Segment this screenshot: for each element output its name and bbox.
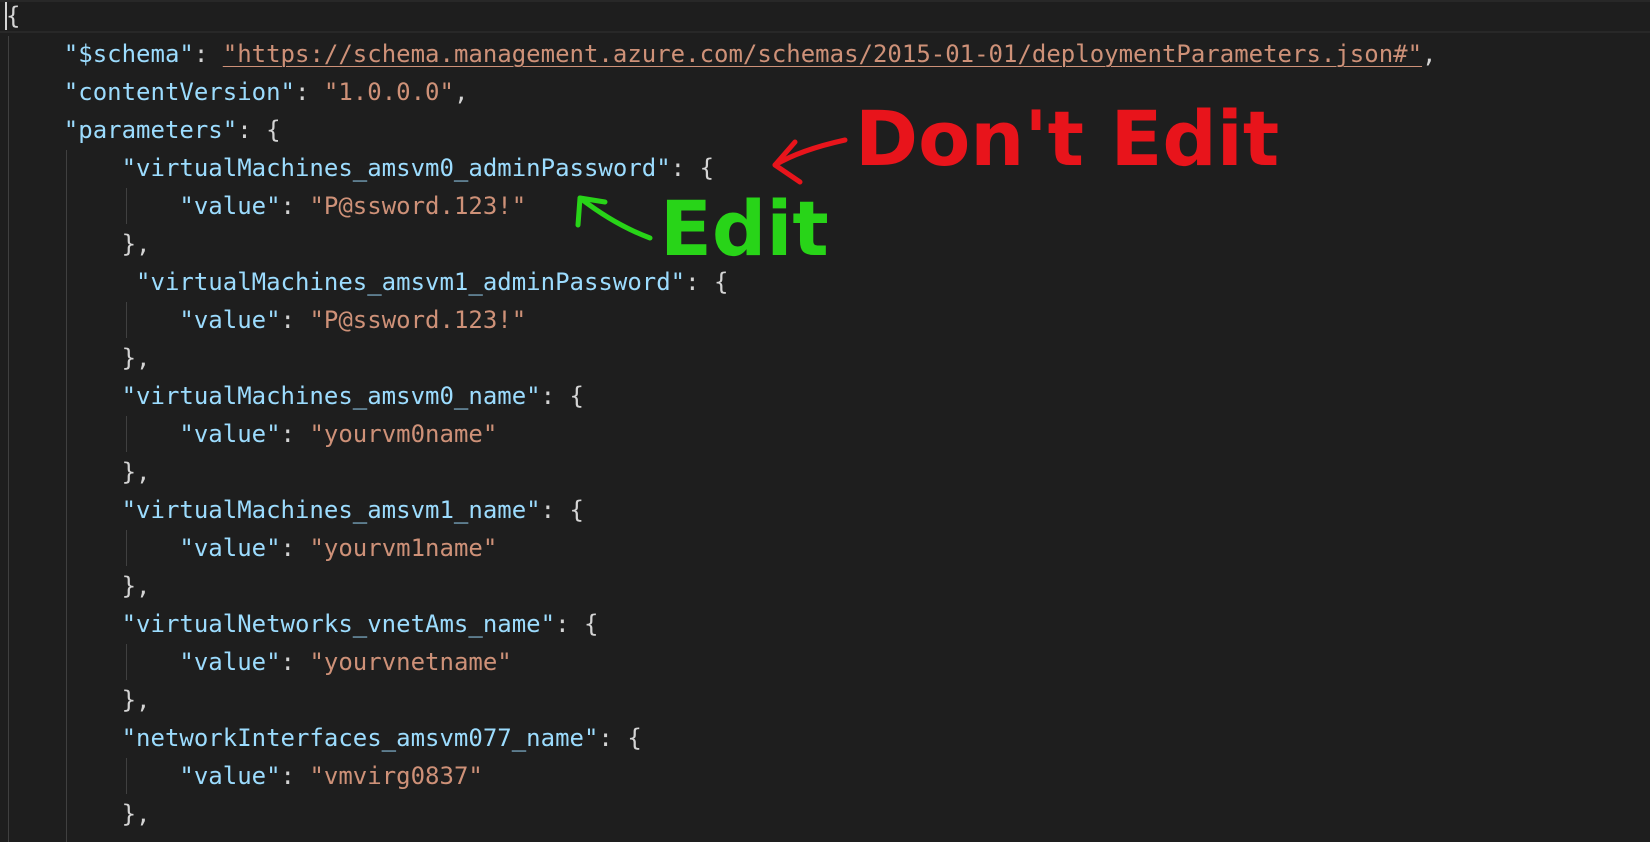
json-key: "value" <box>179 762 281 790</box>
json-punctuation: { <box>714 268 729 296</box>
json-punctuation: , <box>453 78 469 106</box>
code-line[interactable]: }, <box>6 453 151 491</box>
json-punctuation: }, <box>121 458 151 486</box>
json-key: "virtualMachines_amsvm0_name" <box>121 382 541 410</box>
code-line[interactable]: "value": "P@ssword.123!" <box>6 187 526 225</box>
json-separator: : <box>280 192 310 220</box>
code-line[interactable]: "virtualMachines_amsvm0_name": { <box>6 377 584 415</box>
json-separator: : <box>555 610 584 638</box>
code-line[interactable]: }, <box>6 567 151 605</box>
code-line[interactable]: }, <box>6 225 151 263</box>
json-key: "virtualNetworks_vnetAms_name" <box>121 610 556 638</box>
code-line[interactable]: "value": "P@ssword.123!" <box>6 301 526 339</box>
code-line[interactable]: }, <box>6 339 151 377</box>
json-separator: : <box>280 306 310 334</box>
json-separator: : <box>280 420 310 448</box>
json-separator: : <box>280 762 310 790</box>
json-punctuation: { <box>6 2 21 30</box>
schema-url-link[interactable]: "https://schema.management.azure.com/sch… <box>223 40 1422 68</box>
json-string-value: "1.0.0.0" <box>323 78 454 106</box>
json-punctuation: , <box>1422 40 1437 68</box>
code-line[interactable]: }, <box>6 795 151 833</box>
code-line[interactable]: "value": "yourvm0name" <box>6 415 497 453</box>
json-key: "value" <box>179 192 281 220</box>
json-string-value: "P@ssword.123!" <box>309 306 527 334</box>
json-punctuation: { <box>266 116 281 144</box>
json-key: "value" <box>179 420 281 448</box>
json-separator: : <box>294 78 324 106</box>
json-key: "value" <box>179 534 281 562</box>
json-separator: : <box>540 382 570 410</box>
json-key: "virtualMachines_amsvm0_adminPassword" <box>121 154 671 182</box>
json-separator: : <box>670 154 700 182</box>
json-punctuation: }, <box>121 686 151 714</box>
json-key: "virtualMachines_amsvm1_name" <box>121 496 541 524</box>
code-line[interactable]: "contentVersion": "1.0.0.0", <box>6 73 469 111</box>
json-key: "$schema" <box>63 40 194 68</box>
json-punctuation: }, <box>121 572 151 600</box>
code-editor[interactable]: { "$schema": "https://schema.management.… <box>0 0 1650 842</box>
code-line[interactable]: "virtualMachines_amsvm1_adminPassword": … <box>6 263 728 301</box>
code-line[interactable]: "virtualMachines_amsvm1_name": { <box>6 491 584 529</box>
code-line[interactable]: "virtualMachines_amsvm0_adminPassword": … <box>6 149 714 187</box>
json-separator: : <box>685 268 715 296</box>
json-string-value: "vmvirg0837" <box>309 762 483 790</box>
json-string-value: "yourvnetname" <box>309 648 512 676</box>
current-line-highlight <box>0 0 1650 33</box>
json-separator: : <box>193 40 223 68</box>
code-line[interactable]: "parameters": { <box>6 111 281 149</box>
code-line[interactable]: }, <box>6 681 151 719</box>
json-punctuation: { <box>569 382 584 410</box>
json-key: "networkInterfaces_amsvm077_name" <box>121 724 599 752</box>
json-separator: : <box>280 534 310 562</box>
json-string-value: "yourvm0name" <box>309 420 498 448</box>
json-punctuation: }, <box>121 344 151 372</box>
code-line[interactable]: "networkInterfaces_amsvm077_name": { <box>6 719 642 757</box>
json-string-value: "P@ssword.123!" <box>309 192 527 220</box>
json-string-value: "yourvm1name" <box>309 534 498 562</box>
code-line[interactable]: "virtualNetworks_vnetAms_name": { <box>6 605 599 643</box>
json-key: "virtualMachines_amsvm1_adminPassword" <box>136 268 686 296</box>
code-line[interactable]: "value": "vmvirg0837" <box>6 757 483 795</box>
code-line[interactable]: "value": "yourvm1name" <box>6 529 497 567</box>
json-punctuation: { <box>583 610 599 638</box>
json-punctuation: }, <box>121 230 151 258</box>
json-key: "parameters" <box>63 116 238 144</box>
json-separator: : <box>237 116 267 144</box>
code-line[interactable]: { <box>6 0 20 35</box>
json-separator: : <box>540 496 570 524</box>
json-separator: : <box>280 648 310 676</box>
json-punctuation: { <box>699 154 715 182</box>
json-key: "value" <box>179 306 281 334</box>
json-separator: : <box>598 724 628 752</box>
json-key: "value" <box>179 648 281 676</box>
code-line[interactable]: "value": "yourvnetname" <box>6 643 512 681</box>
json-punctuation: { <box>627 724 642 752</box>
json-key: "contentVersion" <box>63 78 295 106</box>
code-line[interactable]: "$schema": "https://schema.management.az… <box>6 35 1437 73</box>
json-punctuation: }, <box>121 800 151 828</box>
json-punctuation: { <box>569 496 584 524</box>
